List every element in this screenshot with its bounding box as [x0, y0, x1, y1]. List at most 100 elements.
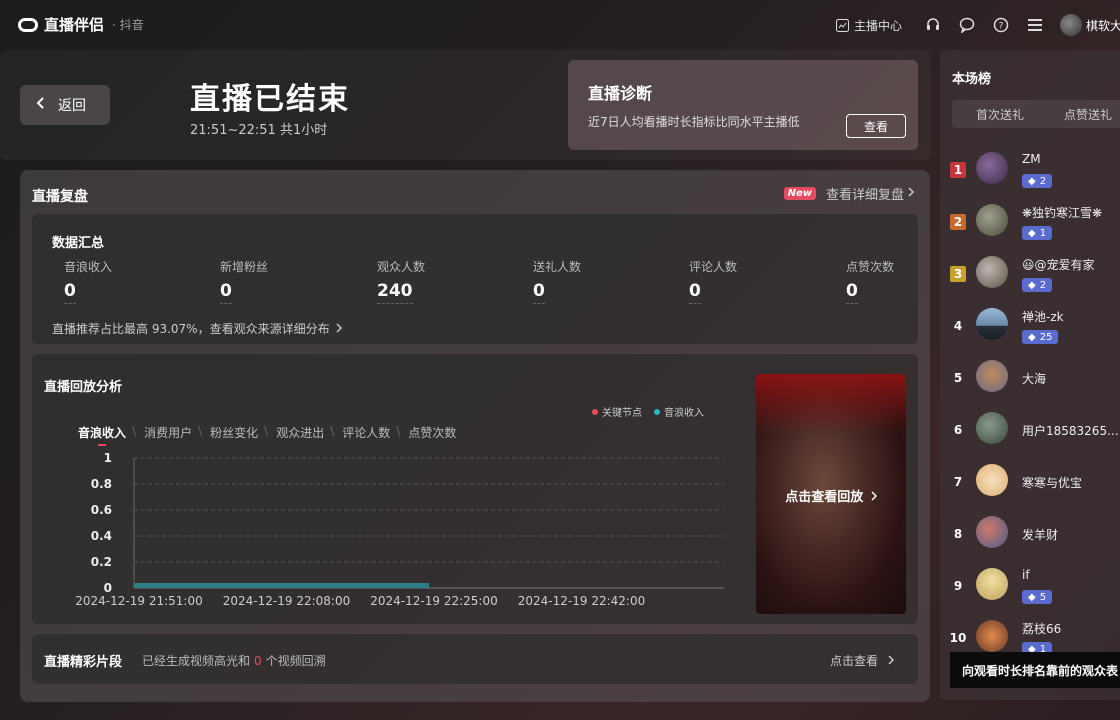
x-tick-label: 2024-12-19 22:08:00	[223, 594, 350, 608]
fan-level-value: 5	[1039, 591, 1047, 603]
message-icon[interactable]	[958, 16, 976, 34]
data-summary-card: 数据汇总 音浪收入 0 新增粉丝 0 观众人数 240 送礼人数 0 评论人数 …	[32, 214, 918, 344]
metric-value: 0	[689, 281, 701, 304]
y-tick-label: 0	[104, 581, 112, 595]
back-label: 返回	[58, 98, 86, 114]
rank-number: 1	[950, 162, 966, 178]
anchor-center-link[interactable]: 主播中心	[835, 17, 902, 34]
chevron-right-icon	[871, 490, 877, 505]
username[interactable]: 棋软大	[1086, 17, 1120, 34]
avatar[interactable]	[976, 360, 1008, 392]
viewer-name: 荔枝66	[1022, 622, 1062, 636]
detail-review-link[interactable]: New 查看详细复盘	[783, 184, 915, 203]
page-title: 直播已结束	[190, 82, 350, 117]
leaderboard-row[interactable]: 7 寒寒与优宝	[940, 454, 1120, 502]
clips-count: 0	[254, 654, 262, 668]
leaderboard-row[interactable]: 3 😃@宠爱有家 ◆ 2	[940, 246, 1120, 294]
live-time-range: 21:51~22:51 共1小时	[190, 123, 328, 138]
headset-icon[interactable]	[924, 16, 942, 34]
clips-desc-prefix: 已经生成视频高光和	[142, 654, 251, 668]
avatar[interactable]	[976, 568, 1008, 600]
rank-number: 9	[953, 579, 963, 593]
rank-number: 7	[953, 475, 963, 489]
replay-analysis-card: 直播回放分析 关键节点 音浪收入 音浪收入 \ 消费用户 \ 粉丝变化 \ 观众进出 \…	[32, 354, 918, 624]
replay-video-thumbnail[interactable]: 点击查看回放	[756, 374, 906, 614]
fan-level-value: 2	[1039, 175, 1047, 187]
leaderboard-row[interactable]: 6 用户18583265...	[940, 402, 1120, 450]
traffic-source-label: 直播推荐占比最高 93.07%，查看观众来源详细分布	[52, 322, 330, 336]
leaderboard-row[interactable]: 8 发羊财	[940, 506, 1120, 554]
view-replay-label: 点击查看回放	[785, 490, 864, 505]
avatar[interactable]	[976, 412, 1008, 444]
fan-level-value: 1	[1039, 227, 1047, 239]
top-bar: 直播伴侣 · 抖音 主播中心 ? 棋软大	[0, 0, 1120, 50]
y-axis-marker	[98, 444, 106, 446]
new-badge: New	[783, 187, 816, 200]
avatar[interactable]	[976, 620, 1008, 652]
viewer-name: 大海	[1022, 372, 1047, 386]
series-area[interactable]	[134, 583, 429, 588]
avatar[interactable]	[976, 152, 1008, 184]
y-tick-label: 0.2	[91, 555, 112, 569]
back-button[interactable]: 返回	[20, 85, 110, 125]
metric-gift-senders[interactable]: 送礼人数 0	[533, 258, 581, 304]
fan-level-value: 25	[1039, 331, 1053, 343]
view-replay-link[interactable]: 点击查看回放	[756, 486, 906, 505]
viewer-name: if	[1022, 568, 1030, 582]
logo-icon	[18, 17, 38, 32]
avatar[interactable]	[976, 464, 1008, 496]
view-clips-link[interactable]: 点击查看	[829, 652, 895, 669]
metric-new-fans[interactable]: 新增粉丝 0	[220, 258, 268, 304]
tab-first-gift[interactable]: 首次送礼	[976, 106, 1024, 123]
diamond-icon: ◆	[1028, 591, 1036, 603]
avatar[interactable]	[976, 516, 1008, 548]
rank-number: 3	[950, 266, 966, 282]
tab-like-gift[interactable]: 点赞送礼	[1064, 106, 1112, 123]
leaderboard-row[interactable]: 10 荔枝66 ◆ 1	[940, 610, 1120, 658]
view-clips-label: 点击查看	[829, 654, 878, 668]
leaderboard-row[interactable]: 9 if ◆ 5	[940, 558, 1120, 606]
avatar[interactable]	[976, 256, 1008, 288]
review-panel: 直播复盘 New 查看详细复盘 数据汇总 音浪收入 0 新增粉丝 0 观众人数 …	[20, 170, 930, 702]
viewer-name: 😃@宠爱有家	[1022, 258, 1095, 272]
help-icon[interactable]: ?	[992, 16, 1010, 34]
viewer-name: ❋独钓寒江雪❋	[1022, 206, 1103, 220]
fan-level-badge: ◆ 1	[1022, 226, 1053, 240]
traffic-source-link[interactable]: 直播推荐占比最高 93.07%，查看观众来源详细分布	[52, 320, 343, 337]
viewer-name: 用户18583265...	[1022, 424, 1119, 438]
rank-number: 2	[950, 214, 966, 230]
clips-desc-suffix: 个视频回溯	[265, 654, 326, 668]
viewer-name: 寒寒与优宝	[1022, 476, 1083, 490]
svg-text:?: ?	[999, 22, 1004, 32]
diagnosis-title: 直播诊断	[588, 84, 653, 103]
menu-icon[interactable]	[1026, 16, 1044, 34]
x-tick-label: 2024-12-19 22:42:00	[518, 594, 645, 608]
fan-level-badge: ◆ 25	[1022, 330, 1059, 344]
diagnosis-view-button[interactable]: 查看	[846, 114, 906, 138]
metric-likes[interactable]: 点赞次数 0	[846, 258, 894, 304]
user-avatar[interactable]	[1060, 14, 1082, 36]
highlight-clips-card: 直播精彩片段 已经生成视频高光和 0 个视频回溯 点击查看	[32, 634, 918, 684]
leaderboard-row[interactable]: 5 大海	[940, 350, 1120, 398]
summary-title: 数据汇总	[52, 236, 105, 251]
leaderboard-tabs: 首次送礼 点赞送礼	[952, 100, 1120, 128]
anchor-center-label: 主播中心	[853, 18, 902, 33]
avatar[interactable]	[976, 204, 1008, 236]
diamond-icon: ◆	[1028, 331, 1036, 343]
clips-title: 直播精彩片段	[44, 655, 123, 670]
metric-value: 0	[64, 281, 76, 304]
metric-gift-income[interactable]: 音浪收入 0	[64, 258, 112, 304]
leaderboard-row[interactable]: 2 ❋独钓寒江雪❋ ◆ 1	[940, 194, 1120, 242]
metric-commenters[interactable]: 评论人数 0	[689, 258, 737, 304]
avatar[interactable]	[976, 308, 1008, 340]
metric-label: 送礼人数	[533, 260, 582, 274]
metric-value: 0	[533, 281, 545, 304]
leaderboard-panel: 本场榜 首次送礼 点赞送礼 1 ZM ◆ 2 2 ❋独钓寒江雪❋ ◆ 1 3 😃@宠爱有家 ◆ 2 4 禅…	[940, 50, 1120, 700]
fan-level-value: 2	[1039, 279, 1047, 291]
metric-viewers[interactable]: 观众人数 240	[377, 258, 425, 304]
platform-label: · 抖音	[112, 18, 144, 32]
clips-desc: 已经生成视频高光和 0 个视频回溯	[142, 652, 326, 669]
y-tick-label: 0.6	[91, 503, 112, 517]
leaderboard-row[interactable]: 1 ZM ◆ 2	[940, 142, 1120, 190]
leaderboard-row[interactable]: 4 禅池-zk ◆ 25	[940, 298, 1120, 346]
